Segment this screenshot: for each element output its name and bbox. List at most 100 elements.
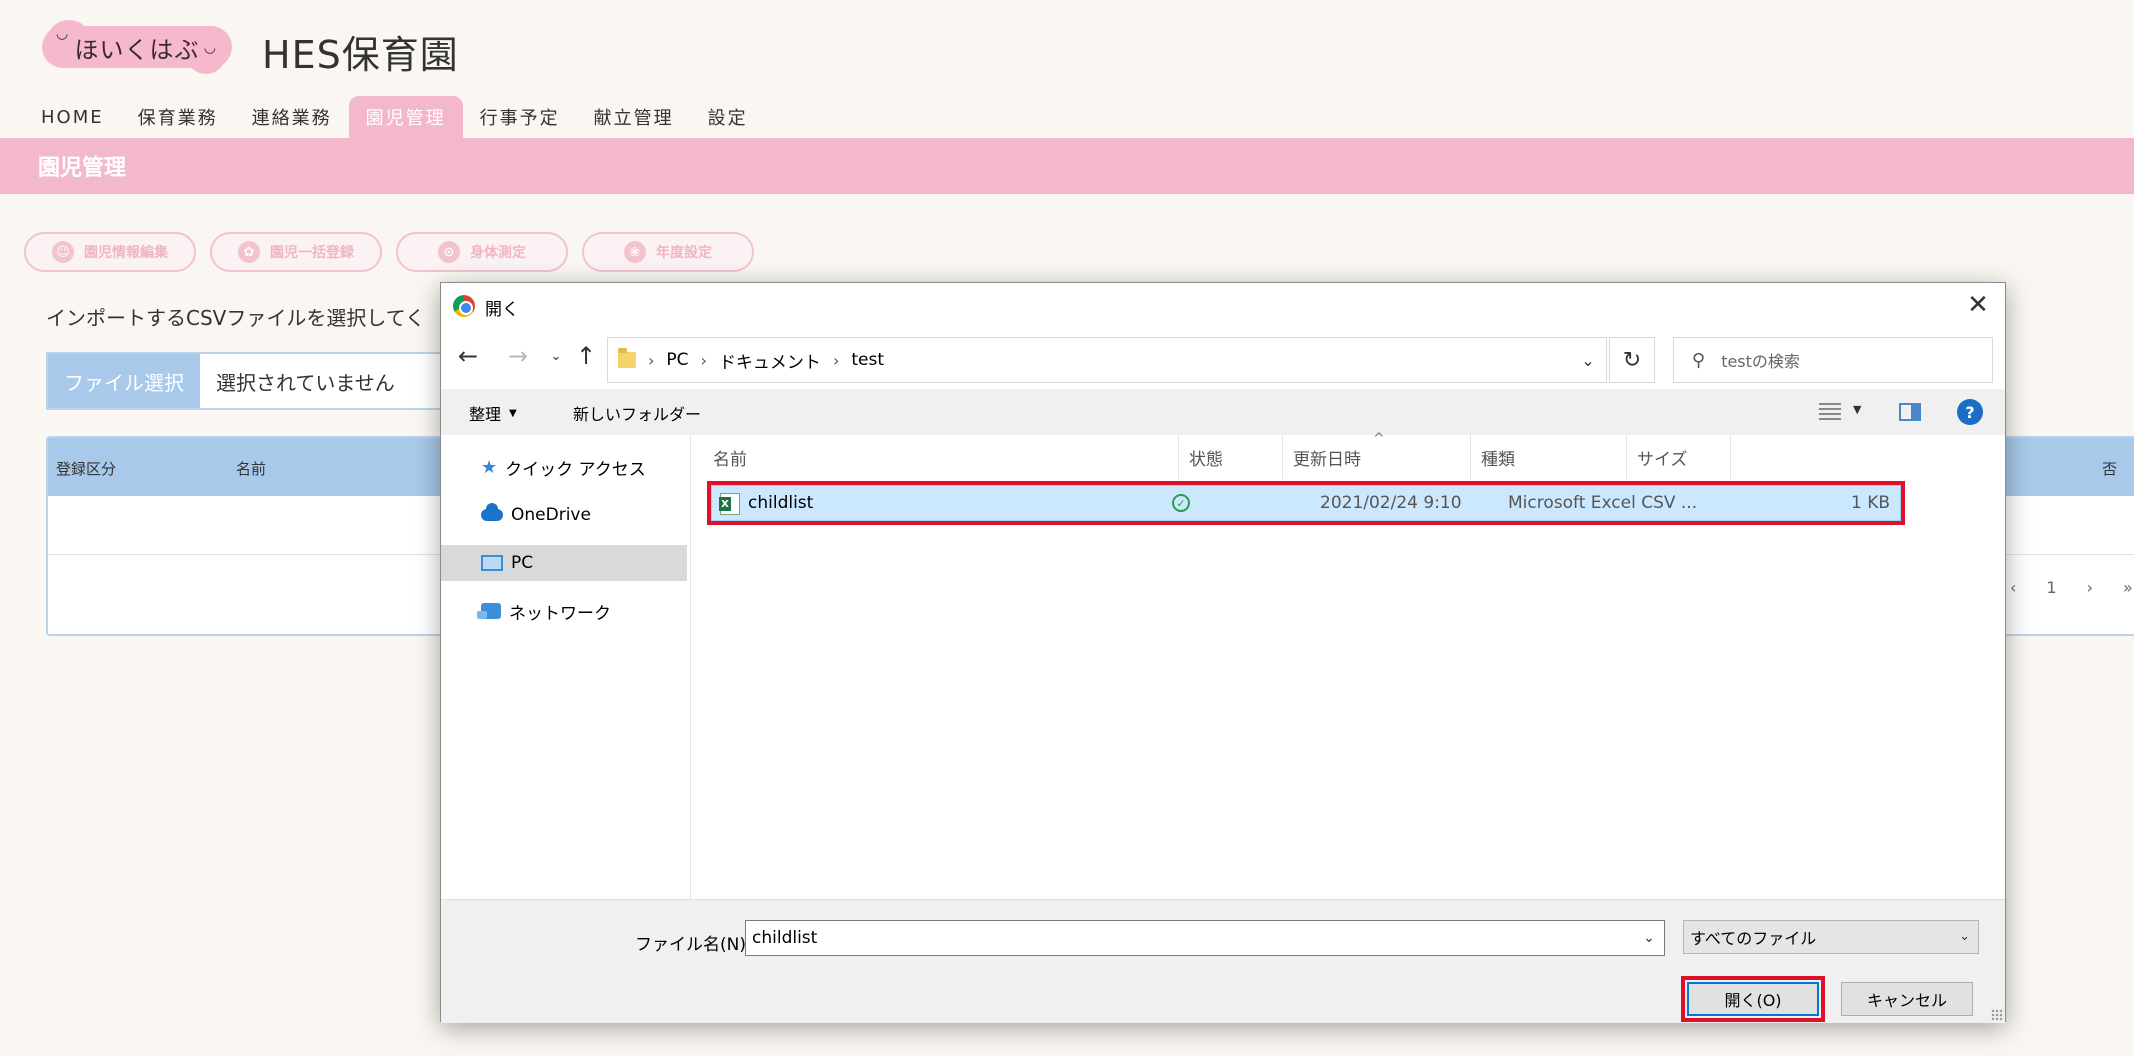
search-placeholder: testの検索 xyxy=(1721,352,1800,371)
nav-contact[interactable]: 連絡業務 xyxy=(235,96,349,138)
address-bar[interactable]: › PC › ドキュメント › test ⌄ xyxy=(607,337,1607,383)
filename-value: childlist xyxy=(752,928,818,948)
pager-page[interactable]: 1 xyxy=(2046,578,2056,597)
nav-menu[interactable]: 献立管理 xyxy=(577,96,691,138)
computer-icon xyxy=(481,555,503,571)
help-icon[interactable]: ? xyxy=(1957,399,1983,425)
sub-button-label: 年度設定 xyxy=(656,245,712,261)
chevron-right-icon: › xyxy=(832,350,840,370)
nav-pane-label: ネットワーク xyxy=(509,603,611,624)
pager-prev[interactable]: ‹ xyxy=(2010,578,2016,597)
dialog-title: 開く xyxy=(485,300,519,320)
network-icon xyxy=(477,603,501,619)
file-list-pane: ^ 名前 状態 更新日時 種類 サイズ childlist ✓ 2021/02/… xyxy=(693,431,2005,899)
file-modified: 2021/02/24 9:10 xyxy=(1320,493,1462,513)
chevron-down-icon[interactable]: ⌄ xyxy=(1570,338,1606,382)
nav-quick-access[interactable]: ★ クイック アクセス xyxy=(441,449,687,485)
new-folder-label: 新しいフォルダー xyxy=(573,405,702,424)
group-icon: ✿ xyxy=(238,241,260,263)
section-title-bar: 園児管理 xyxy=(0,138,2134,194)
file-select-button[interactable]: ファイル選択 xyxy=(48,354,200,408)
nav-events[interactable]: 行事予定 xyxy=(463,96,577,138)
nav-network[interactable]: ネットワーク xyxy=(441,593,687,629)
year-settings-button[interactable]: ❀ 年度設定 xyxy=(582,232,754,272)
dialog-footer: ファイル名(N): childlist ⌄ すべてのファイル ⌄ 開く(O) キ… xyxy=(441,899,2005,1023)
main-nav: HOME 保育業務 連絡業務 園児管理 行事予定 献立管理 設定 xyxy=(24,96,765,138)
chrome-icon xyxy=(453,295,475,317)
chevron-right-icon: › xyxy=(648,350,655,370)
nav-settings[interactable]: 設定 xyxy=(691,96,765,138)
organize-button[interactable]: 整理 ▼ xyxy=(469,401,517,425)
col-header-fragment: 否 xyxy=(2102,460,2118,478)
cloud-icon xyxy=(481,503,503,521)
col-header-name[interactable]: 名前 xyxy=(703,435,1179,479)
back-arrow-icon[interactable]: ← xyxy=(453,341,483,371)
file-select-field: ファイル選択 選択されていません xyxy=(46,352,466,410)
file-open-dialog: 開く ✕ ← → ⌄ ↑ › PC › ドキュメント › test ⌄ ↻ ⚲ … xyxy=(440,282,2006,1023)
nav-childcare[interactable]: 保育業務 xyxy=(121,96,235,138)
new-folder-button[interactable]: 新しいフォルダー xyxy=(573,401,701,425)
nav-child-management[interactable]: 園児管理 xyxy=(348,96,463,138)
sync-check-icon: ✓ xyxy=(1172,494,1190,512)
filename-label: ファイル名(N): xyxy=(635,935,752,955)
preview-pane-icon[interactable] xyxy=(1899,403,1921,421)
close-icon[interactable]: ✕ xyxy=(1961,289,1995,321)
address-row: ← → ⌄ ↑ › PC › ドキュメント › test ⌄ ↻ ⚲ testの… xyxy=(441,327,2005,389)
ruler-icon: ⊙ xyxy=(438,241,460,263)
smile-icon: ◡ xyxy=(203,40,216,56)
nav-pc[interactable]: PC xyxy=(441,545,687,581)
nav-onedrive[interactable]: OneDrive xyxy=(441,497,687,533)
organize-label: 整理 xyxy=(469,405,502,424)
chevron-down-icon[interactable]: ⌄ xyxy=(1634,921,1664,955)
body-measure-button[interactable]: ⊙ 身体測定 xyxy=(396,232,568,272)
navigation-pane: ★ クイック アクセス OneDrive PC ネットワーク xyxy=(441,435,691,899)
col-header-size[interactable]: サイズ xyxy=(1627,435,1731,479)
file-type-value: すべてのファイル xyxy=(1690,929,1817,948)
col-header-name: 名前 xyxy=(236,460,267,478)
caret-down-icon[interactable]: ▼ xyxy=(1853,403,1861,416)
smile-icon: ◡ xyxy=(56,26,69,42)
breadcrumb-test[interactable]: test xyxy=(851,350,884,370)
sub-button-label: 身体測定 xyxy=(470,245,526,261)
col-header-type[interactable]: 種類 xyxy=(1471,435,1627,479)
nav-home[interactable]: HOME xyxy=(24,96,121,138)
breadcrumb-documents[interactable]: ドキュメント xyxy=(719,348,821,373)
flower-icon: ❀ xyxy=(624,241,646,263)
pager-last[interactable]: » xyxy=(2123,578,2133,597)
search-icon: ⚲ xyxy=(1692,349,1706,371)
up-arrow-icon[interactable]: ↑ xyxy=(571,341,601,371)
smile-face-icon: ☺ xyxy=(52,241,74,263)
site-title: HES保育園 xyxy=(262,33,459,77)
col-header-status[interactable]: 状態 xyxy=(1179,435,1283,479)
file-none-text: 選択されていません xyxy=(216,370,395,395)
star-icon: ★ xyxy=(481,456,498,478)
breadcrumb-pc[interactable]: PC xyxy=(666,350,688,370)
nav-pane-label: OneDrive xyxy=(511,505,591,525)
col-header-modified[interactable]: 更新日時 xyxy=(1283,435,1471,479)
logo-text: ほいくはぶ xyxy=(74,35,200,64)
search-input[interactable]: ⚲ testの検索 xyxy=(1673,337,1993,383)
col-header-type: 登録区分 xyxy=(56,460,117,478)
recent-dropdown-icon[interactable]: ⌄ xyxy=(541,341,571,371)
nav-pane-label: クイック アクセス xyxy=(505,459,646,480)
child-info-edit-button[interactable]: ☺ 園児情報編集 xyxy=(24,232,196,272)
child-bulk-register-button[interactable]: ✿ 園児一括登録 xyxy=(210,232,382,272)
section-title: 園児管理 xyxy=(38,156,127,181)
view-list-icon[interactable] xyxy=(1819,403,1841,421)
open-button[interactable]: 開く(O) xyxy=(1687,982,1819,1016)
refresh-icon[interactable]: ↻ xyxy=(1609,337,1655,383)
sub-button-group: ☺ 園児情報編集 ✿ 園児一括登録 ⊙ 身体測定 ❀ 年度設定 xyxy=(24,232,754,272)
forward-arrow-icon[interactable]: → xyxy=(503,341,533,371)
app-header: ◡ ほいくはぶ ◡ HES保育園 xyxy=(0,0,2134,96)
import-instruction: インポートするCSVファイルを選択してく xyxy=(46,306,426,330)
site-logo[interactable]: ◡ ほいくはぶ ◡ xyxy=(42,20,232,74)
filename-input[interactable]: childlist ⌄ xyxy=(745,920,1665,956)
file-list-item[interactable]: childlist ✓ 2021/02/24 9:10 Microsoft Ex… xyxy=(711,485,1901,521)
cancel-button[interactable]: キャンセル xyxy=(1841,982,1973,1016)
chevron-right-icon: › xyxy=(700,350,707,370)
dialog-toolbar: 整理 ▼ 新しいフォルダー ▼ ? xyxy=(441,389,2005,435)
resize-grip-icon[interactable] xyxy=(1991,1009,2003,1021)
pager-next[interactable]: › xyxy=(2087,578,2093,597)
excel-file-icon xyxy=(719,493,740,515)
file-type-select[interactable]: すべてのファイル ⌄ xyxy=(1683,920,1979,954)
